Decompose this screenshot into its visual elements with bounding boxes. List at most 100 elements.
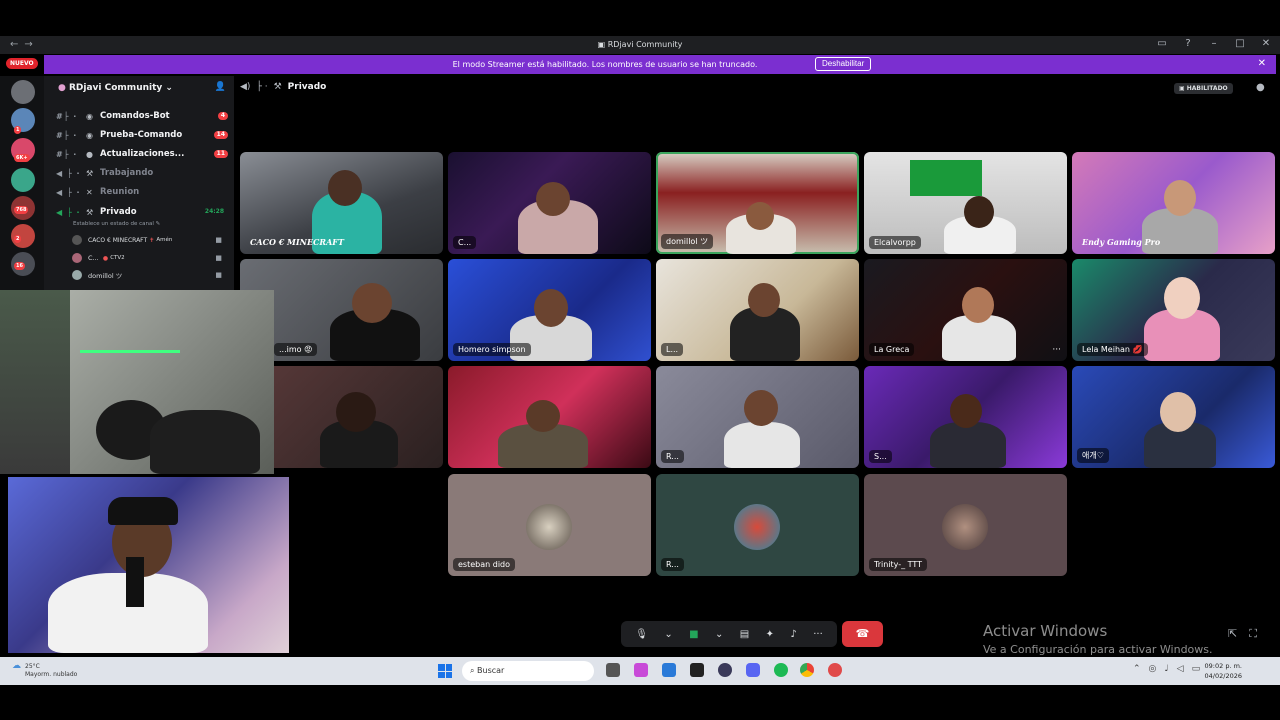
server-header[interactable]: ● RDjavi Community ⌄ — [58, 83, 173, 93]
channel-reunion[interactable]: ◀ ├ · ✕ Reunion — [56, 185, 228, 199]
server-icon[interactable] — [11, 80, 35, 104]
unread-badge: 1 — [14, 126, 22, 134]
camera-icon: ■ — [215, 271, 222, 279]
discord-voice-window: ←→ ▣ RDjavi Community ▭ ? – □ ✕ NUEVO El… — [0, 0, 1280, 720]
video-tile[interactable]: CACO € MINECRAFT — [240, 152, 443, 254]
help-icon[interactable]: ? — [1178, 38, 1198, 49]
weather-widget[interactable]: ☁ 25°C Mayorm. nublado — [12, 661, 77, 678]
video-tile[interactable]: R... — [656, 366, 859, 468]
task-view-icon[interactable] — [606, 663, 620, 677]
voice-user[interactable]: C... ● CTV2 ■ — [72, 252, 222, 264]
unread-badge: 768 — [14, 206, 29, 214]
obs-icon[interactable] — [718, 663, 732, 677]
video-tile[interactable] — [448, 366, 651, 468]
soundboard-icon[interactable]: ♪ — [790, 629, 796, 640]
discord-icon[interactable] — [746, 663, 760, 677]
participant-head — [744, 390, 778, 426]
phone-hangup-icon[interactable]: ☎ — [842, 621, 883, 647]
green-screen-tv — [910, 160, 982, 196]
camera-icon[interactable]: ■ — [689, 629, 698, 640]
mic-tray-icon[interactable]: ♩ — [1164, 664, 1176, 674]
voice-user-name: CACO € MINECRAFT — [88, 236, 148, 244]
streamer-webcam-overlay — [0, 290, 274, 474]
video-tile[interactable]: Homero simpson — [448, 259, 651, 361]
video-tile[interactable]: C... — [448, 152, 651, 254]
video-tile[interactable]: Elcalvorpp — [864, 152, 1067, 254]
add-member-icon[interactable]: 👤 — [215, 82, 226, 92]
new-badge[interactable]: NUEVO — [6, 58, 38, 69]
channel-actualizaciones[interactable]: #├ · ● Actualizaciones... 11 — [56, 147, 228, 161]
channel-label: Privado — [100, 207, 137, 217]
spotify-icon[interactable] — [774, 663, 788, 677]
chevron-down-icon[interactable]: ⌄ — [715, 629, 723, 640]
channel-label: Comandos-Bot — [100, 111, 170, 121]
participant-head — [962, 287, 994, 323]
avatar-tile[interactable]: Trinity-_ TTT — [864, 474, 1067, 576]
more-icon[interactable]: ··· — [1052, 345, 1061, 355]
disable-streamer-button[interactable]: Deshabilitar — [815, 57, 872, 71]
maximize-button[interactable]: □ — [1230, 38, 1250, 49]
inbox-icon[interactable]: ▭ — [1152, 38, 1172, 49]
channel-comandos-bot[interactable]: #├ · ◉ Comandos-Bot 4 — [56, 109, 228, 123]
fullscreen-icon[interactable]: ⛶ — [1249, 627, 1269, 640]
participant-head — [1160, 392, 1196, 432]
channel-privado[interactable]: ◀ ├ · ⚒ Privado 24:28 — [56, 205, 228, 219]
channel-label: Prueba-Comando — [100, 130, 183, 140]
screen-share-icon[interactable]: ▤ — [740, 629, 749, 640]
video-tile[interactable]: Endy Gaming Pro — [1072, 152, 1275, 254]
network-icon[interactable]: ◎ — [1149, 664, 1165, 674]
voice-user-tag: Amén — [156, 237, 173, 243]
monitor-icon: ▣ — [1179, 85, 1187, 92]
participant-head — [1164, 277, 1200, 319]
store-icon[interactable] — [662, 663, 676, 677]
close-window-button[interactable]: ✕ — [1256, 38, 1276, 49]
video-tile[interactable]: La Greca ··· — [864, 259, 1067, 361]
speaker-icon: ◀ ├ · — [56, 168, 81, 178]
window-controls: ▭ ? – □ ✕ — [1152, 38, 1276, 49]
wall-decor — [0, 290, 70, 474]
watermark-title: Activar Windows — [983, 622, 1108, 640]
more-icon[interactable]: ··· — [813, 629, 823, 640]
taskbar-search[interactable]: ⌕ Buscar — [462, 661, 594, 681]
video-tile[interactable]: L... — [656, 259, 859, 361]
server-icon[interactable] — [11, 168, 35, 192]
app-icon[interactable] — [828, 663, 842, 677]
minimize-button[interactable]: – — [1204, 38, 1224, 49]
taskbar-clock[interactable]: 09:02 p. m. 04/02/2026 — [1198, 661, 1242, 681]
video-tile[interactable]: Lela Meihan 💋 — [1072, 259, 1275, 361]
microphone-icon[interactable]: 🎙 — [635, 629, 648, 640]
participant-name: R... — [661, 450, 684, 463]
channel-trabajando[interactable]: ◀ ├ · ⚒ Trabajando — [56, 166, 228, 180]
close-icon[interactable]: ✕ — [1258, 58, 1266, 69]
popout-icon[interactable]: ⇱ — [1228, 627, 1249, 640]
search-icon: ⌕ — [470, 666, 478, 675]
streamer-status-badge[interactable]: ▣ HABILITADO — [1174, 83, 1233, 94]
channel-status-input[interactable]: Establece un estado de canal ✎ — [73, 221, 160, 227]
video-tile[interactable]: S... — [864, 366, 1067, 468]
start-button[interactable] — [438, 664, 452, 678]
server-name-text: RDjavi Community — [69, 83, 163, 93]
capcut-icon[interactable] — [690, 663, 704, 677]
copilot-icon[interactable] — [634, 663, 648, 677]
chrome-icon[interactable] — [800, 663, 814, 677]
call-duration: 24:28 — [204, 208, 224, 215]
voice-user[interactable]: domillol ツ ■ — [72, 269, 222, 281]
channel-hash-icon: #├ · — [56, 149, 78, 159]
window-title-text: RDjavi Community — [607, 40, 683, 49]
voice-user-tag: CTV2 — [110, 255, 125, 261]
weather-condition: Mayorm. nublado — [25, 671, 78, 678]
chevron-down-icon[interactable]: ⌄ — [664, 629, 672, 640]
channel-prueba-comando[interactable]: #├ · ◉ Prueba-Comando 14 — [56, 128, 228, 142]
activities-icon[interactable]: ✦ — [766, 629, 774, 640]
video-tile[interactable]: 애개♡ — [1072, 366, 1275, 468]
chat-icon[interactable]: ● — [1256, 82, 1265, 93]
tag-icon: ● — [102, 254, 109, 262]
participant-head — [964, 196, 994, 228]
tools-icon: ⚒ — [86, 168, 94, 178]
voice-user[interactable]: CACO € MINECRAFT ✝ Amén ■ — [72, 234, 222, 246]
avatar-tile[interactable]: esteban dido — [448, 474, 651, 576]
avatar-tile[interactable]: R... — [656, 474, 859, 576]
chevron-up-icon[interactable]: ⌃ — [1133, 664, 1149, 674]
video-tile[interactable]: domillol ツ — [656, 152, 859, 254]
volume-icon[interactable]: ◁ — [1177, 664, 1192, 674]
